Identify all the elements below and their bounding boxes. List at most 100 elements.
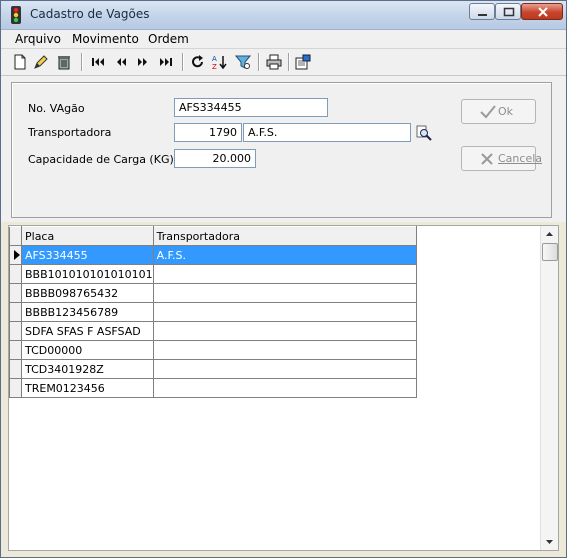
cell-placa[interactable]: BBBB098765432 [21,283,154,303]
export-icon [295,54,311,70]
cell-transportadora[interactable] [152,340,417,360]
export-button[interactable] [293,52,313,72]
row-indicator-header [9,226,22,246]
last-record-button[interactable] [156,52,176,72]
cell-placa[interactable]: AFS334455 [21,245,154,265]
new-button[interactable] [10,52,30,72]
svg-text:A: A [212,55,217,63]
menu-bar: Arquivo Movimento Ordem [1,30,566,49]
table-row[interactable]: AFS334455 A.F.S. [9,245,417,265]
refresh-icon [192,55,203,68]
menu-ordem[interactable]: Ordem [148,32,189,46]
table-row[interactable]: TCD00000 [9,340,417,360]
cell-transportadora[interactable] [152,359,417,379]
next-record-button[interactable] [133,52,153,72]
row-indicator[interactable] [9,321,22,341]
print-button[interactable] [264,52,284,72]
previous-record-button[interactable] [111,52,131,72]
cell-placa[interactable]: BBB101010101010101 [21,264,154,284]
scroll-down-icon[interactable] [541,533,558,550]
row-indicator[interactable] [9,359,22,379]
wagon-number-input[interactable]: AFS334455 [174,98,328,117]
vertical-scrollbar[interactable] [540,226,558,550]
minimize-button[interactable] [469,3,495,20]
last-record-icon [160,58,172,66]
toolbar-separator [182,53,184,71]
toolbar-separator [288,53,290,71]
minimize-icon [478,14,487,16]
table-row[interactable]: BBBB123456789 [9,302,417,322]
row-indicator[interactable] [9,264,22,284]
sort-az-icon: AZ [212,55,227,70]
filter-button[interactable] [233,52,253,72]
toolbar-separator [258,53,260,71]
close-icon [538,7,548,17]
scroll-up-icon[interactable] [541,226,558,243]
records-table: Placa Transportadora AFS334455 A.F.S. BBB1… [9,226,417,398]
form-area: No. VAgão AFS334455 Transportadora 1790 … [1,76,566,222]
table-row[interactable]: TCD3401928Z [9,359,417,379]
print-icon [266,54,282,70]
window-title: Cadastro de Vagões [30,7,150,21]
svg-text:Z: Z [212,63,217,70]
menu-movimento[interactable]: Movimento [72,32,139,46]
row-indicator[interactable] [9,340,22,360]
refresh-button[interactable] [188,52,208,72]
cell-transportadora[interactable] [152,283,417,303]
table-row[interactable]: SDFA SFAS F ASFSAD [9,321,417,341]
table-row[interactable]: BBBB098765432 [9,283,417,303]
title-bar[interactable]: Cadastro de Vagões [1,1,566,30]
toolbar: AZ [1,49,566,76]
first-record-button[interactable] [88,52,108,72]
cell-placa[interactable]: SDFA SFAS F ASFSAD [21,321,154,341]
cell-placa[interactable]: TCD00000 [21,340,154,360]
traffic-light-icon [11,6,21,24]
previous-record-icon [117,58,126,66]
table-row[interactable]: BBB101010101010101 [9,264,417,284]
menu-arquivo[interactable]: Arquivo [15,32,61,46]
toolbar-separator [81,53,83,71]
cell-placa[interactable]: TREM0123456 [21,378,154,398]
form-panel: No. VAgão AFS334455 Transportadora 1790 … [11,82,552,218]
cancel-x-icon [481,153,493,165]
cell-transportadora[interactable] [152,321,417,341]
check-icon [480,105,496,119]
cell-placa[interactable]: TCD3401928Z [21,359,154,379]
carrier-code-input[interactable]: 1790 [174,123,242,142]
row-indicator[interactable] [9,302,22,322]
capacity-input[interactable]: 20.000 [174,149,256,168]
row-indicator[interactable] [9,283,22,303]
row-indicator[interactable] [9,245,22,265]
scrollbar-thumb[interactable] [542,243,558,261]
delete-button[interactable] [54,52,74,72]
first-record-icon [92,58,104,66]
sort-button[interactable]: AZ [210,52,230,72]
delete-trash-icon [58,56,70,70]
app-window: Cadastro de Vagões Arquivo Movimento Ord… [0,0,567,558]
filter-icon [235,55,251,69]
current-row-arrow-icon [14,250,20,260]
table-row[interactable]: TREM0123456 [9,378,417,398]
cancel-button[interactable]: Cancela [461,146,542,171]
row-indicator[interactable] [9,378,22,398]
cell-transportadora[interactable] [152,302,417,322]
cell-placa[interactable]: BBBB123456789 [21,302,154,322]
maximize-button[interactable] [495,3,521,20]
ok-button[interactable]: Ok [461,99,536,124]
ok-button-label: Ok [498,105,514,118]
carrier-label: Transportadora [28,126,112,139]
cell-transportadora[interactable] [152,264,417,284]
column-header-transportadora[interactable]: Transportadora [152,226,417,246]
edit-button[interactable] [31,52,51,72]
carrier-name-input[interactable]: A.F.S. [243,123,411,142]
table-header-row: Placa Transportadora [9,226,417,246]
next-record-icon [138,58,147,66]
records-grid: Placa Transportadora AFS334455 A.F.S. BBB1… [8,225,559,551]
cell-transportadora[interactable]: A.F.S. [152,245,417,265]
lookup-search-icon[interactable] [416,125,432,141]
cell-transportadora[interactable] [152,378,417,398]
column-header-placa[interactable]: Placa [21,226,154,246]
edit-pencil-icon [34,55,48,69]
close-button[interactable] [521,3,563,20]
new-document-icon [14,54,26,70]
